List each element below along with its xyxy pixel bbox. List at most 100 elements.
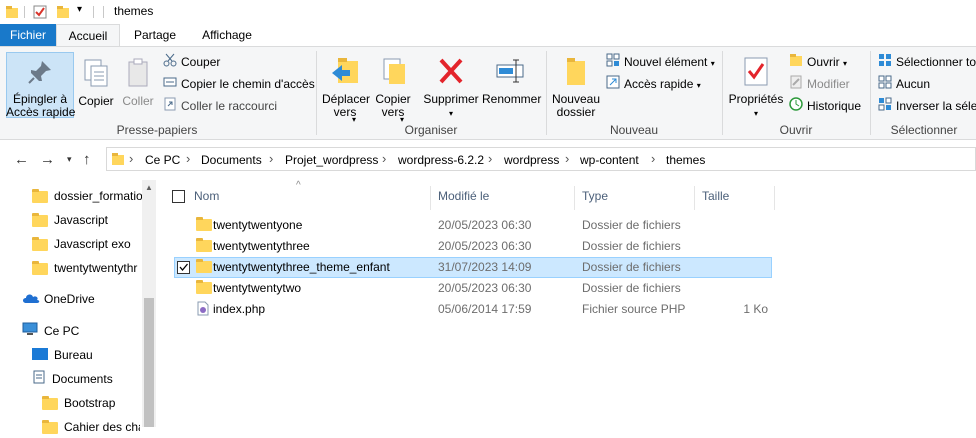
cut-button[interactable]: Couper — [163, 53, 220, 71]
open-button[interactable]: Ouvrir ▾ — [789, 53, 847, 71]
sidebar-item[interactable]: twentytwentythr — [32, 257, 140, 279]
tab-affichage[interactable]: Affichage — [192, 24, 262, 46]
chevron-right-icon[interactable]: › — [565, 151, 569, 166]
column-divider[interactable] — [574, 186, 575, 210]
pin-quick-access[interactable]: Épingler à Accès rapide — [6, 57, 75, 119]
recent-locations-icon[interactable]: ▾ — [67, 154, 72, 165]
sidebar-item-onedrive[interactable]: OneDrive — [22, 288, 95, 310]
properties-button[interactable]: Propriétés ▾ — [728, 55, 784, 120]
paste-button[interactable]: Coller — [118, 57, 158, 108]
scroll-up-arrow-icon[interactable]: ▲ — [145, 183, 153, 192]
computer-icon — [22, 321, 38, 343]
file-name: twentytwentythree — [213, 239, 310, 253]
copy-to-button[interactable]: Copier vers ▾ — [372, 55, 414, 124]
table-row[interactable]: twentytwentytwo 20/05/2023 06:30 Dossier… — [174, 278, 772, 299]
navigation-pane: dossier_formatio Javascript Javascript e… — [0, 180, 156, 434]
new-folder-button[interactable]: Nouveau dossier — [551, 55, 601, 119]
new-folder-icon[interactable] — [56, 5, 70, 22]
up-arrow-icon[interactable]: ↑ — [83, 151, 91, 168]
scrollbar-thumb[interactable] — [144, 298, 154, 427]
column-header-name[interactable]: Nom — [194, 189, 219, 203]
breadcrumb-item[interactable]: Projet_wordpress — [285, 153, 378, 167]
sort-ascending-icon: ^ — [296, 180, 301, 191]
row-checkbox[interactable] — [177, 261, 190, 274]
customize-toolbar-icon[interactable]: ▾ — [77, 4, 82, 15]
divider — [103, 6, 104, 18]
column-divider[interactable] — [774, 186, 775, 210]
sidebar-item[interactable]: Bootstrap — [42, 392, 115, 414]
folder-icon — [32, 212, 48, 227]
column-header-type[interactable]: Type — [582, 189, 608, 203]
table-row-selected[interactable]: twentytwentythree_theme_enfant 31/07/202… — [174, 257, 772, 278]
group-label-ouvrir: Ouvrir — [779, 123, 813, 137]
cloud-icon — [22, 289, 40, 311]
easy-access-button[interactable]: Accès rapide ▾ — [606, 75, 701, 93]
breadcrumb-item[interactable]: Ce PC — [145, 153, 180, 167]
folder-icon — [42, 395, 58, 410]
column-header-size[interactable]: Taille — [702, 189, 729, 203]
properties-label: Propriétés — [728, 92, 784, 106]
sidebar-item[interactable]: Javascript — [32, 209, 108, 231]
sidebar-item-label: Javascript — [54, 213, 109, 227]
column-header-modified[interactable]: Modifié le — [438, 189, 489, 203]
history-icon — [789, 97, 803, 116]
move-to-button[interactable]: Déplacer vers ▾ — [322, 55, 370, 124]
tab-fichier[interactable]: Fichier — [0, 24, 56, 46]
breadcrumb-item[interactable]: wordpress-6.2.2 — [398, 153, 484, 167]
breadcrumb-item[interactable]: themes — [666, 153, 705, 167]
sidebar-item-bureau[interactable]: Bureau — [32, 344, 93, 366]
sidebar-item[interactable]: Cahier des cha — [42, 416, 140, 438]
copy-button[interactable]: Copier — [77, 57, 115, 108]
breadcrumb-item[interactable]: Documents — [201, 153, 262, 167]
forward-arrow-icon[interactable]: → — [40, 151, 55, 168]
select-all-checkbox[interactable] — [172, 190, 185, 203]
sidebar-scrollbar[interactable]: ▲ — [142, 180, 156, 427]
chevron-right-icon[interactable]: › — [129, 151, 133, 166]
chevron-right-icon[interactable]: › — [186, 151, 190, 166]
sidebar-item[interactable]: Javascript exo — [32, 233, 131, 255]
back-arrow-icon[interactable]: ← — [14, 151, 29, 168]
folder-icon — [196, 259, 212, 276]
delete-button[interactable]: Supprimer ▾ — [422, 55, 480, 120]
file-type: Dossier de fichiers — [582, 281, 681, 295]
copy-path-button[interactable]: Copier le chemin d'accès — [163, 75, 315, 93]
table-row[interactable]: index.php 05/06/2014 17:59 Fichier sourc… — [174, 299, 772, 320]
table-row[interactable]: twentytwentyone 20/05/2023 06:30 Dossier… — [174, 215, 772, 236]
edit-button[interactable]: Modifier — [789, 75, 850, 93]
sidebar-item-ce-pc[interactable]: Ce PC — [22, 320, 79, 342]
column-divider[interactable] — [694, 186, 695, 210]
file-name: index.php — [213, 302, 266, 316]
column-divider[interactable] — [430, 186, 431, 210]
table-row[interactable]: twentytwentythree 20/05/2023 06:30 Dossi… — [174, 236, 772, 257]
breadcrumb-item[interactable]: wordpress — [504, 153, 559, 167]
group-label-nouveau: Nouveau — [609, 123, 659, 137]
invert-selection-button[interactable]: Inverser la sélection — [878, 97, 976, 115]
history-button[interactable]: Historique — [789, 97, 861, 115]
properties-icon[interactable] — [33, 5, 47, 22]
select-all-button[interactable]: Sélectionner tout — [878, 53, 976, 71]
tab-partage[interactable]: Partage — [124, 24, 186, 46]
select-none-button[interactable]: Aucun — [878, 75, 930, 93]
breadcrumb-item[interactable]: wp-content — [580, 153, 639, 167]
file-size: 1 Ko — [743, 302, 768, 316]
tab-accueil[interactable]: Accueil — [56, 24, 120, 47]
folder-icon — [32, 188, 48, 203]
chevron-right-icon[interactable]: › — [382, 151, 386, 166]
group-divider — [722, 51, 723, 135]
chevron-right-icon[interactable]: › — [651, 151, 655, 166]
new-item-button[interactable]: Nouvel élément ▾ — [606, 53, 715, 71]
chevron-right-icon[interactable]: › — [488, 151, 492, 166]
rename-button[interactable]: Renommer — [482, 55, 542, 106]
properties-icon — [728, 55, 784, 90]
rename-label: Renommer — [482, 92, 542, 106]
select-all-icon — [878, 53, 892, 72]
address-bar[interactable]: › Ce PC › Documents › Projet_wordpress ›… — [106, 147, 976, 171]
sidebar-item-documents[interactable]: Documents — [32, 368, 113, 390]
new-folder-label: Nouveau dossier — [551, 92, 601, 119]
copy-to-icon — [372, 55, 414, 90]
divider — [24, 6, 25, 18]
chevron-right-icon[interactable]: › — [269, 151, 273, 166]
sidebar-item[interactable]: dossier_formatio — [32, 185, 143, 207]
paste-shortcut-button[interactable]: Coller le raccourci — [163, 97, 277, 115]
folder-icon — [111, 152, 125, 169]
